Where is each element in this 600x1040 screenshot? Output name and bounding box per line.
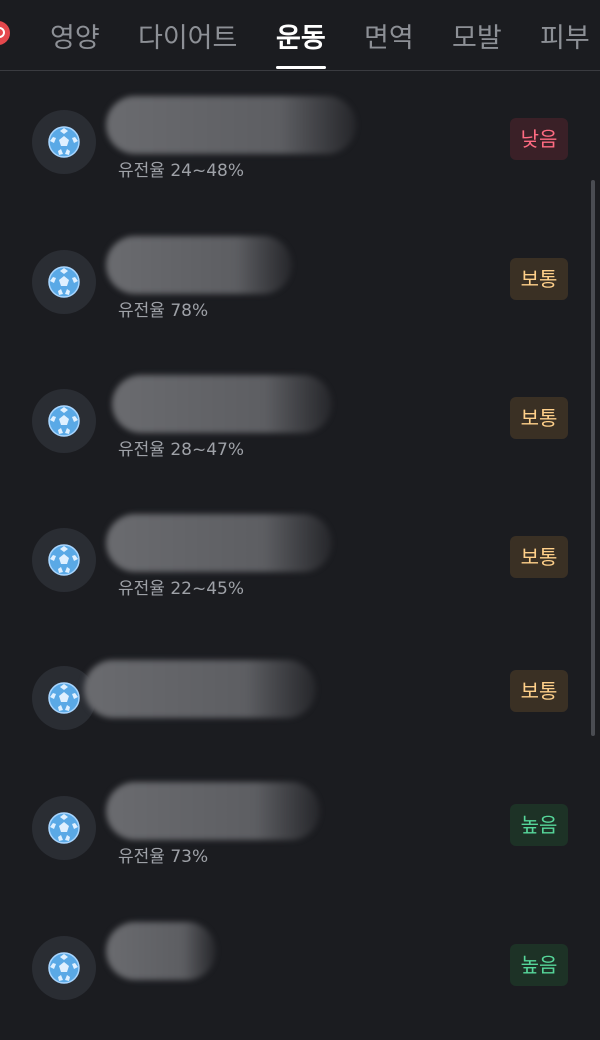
list-item[interactable]: 유전율 24~48% 낮음 (0, 94, 600, 214)
tab-immunity[interactable]: 면역 (364, 16, 414, 55)
soccer-ball-icon (48, 952, 80, 984)
category-tab-bar: 영양 다이어트 운동 면역 모발 피부 (0, 0, 600, 71)
level-badge: 보통 (510, 258, 568, 300)
list-item[interactable]: 보통 (0, 646, 600, 766)
trait-avatar (32, 796, 96, 860)
soccer-ball-icon (48, 682, 80, 714)
list-item[interactable]: 유전율 73% 높음 (0, 780, 600, 900)
list-item[interactable]: 유전율 22~45% 보통 (0, 512, 600, 632)
blurred-trait-name (106, 96, 356, 154)
list-item[interactable]: 유전율 78% 보통 (0, 234, 600, 354)
list-item[interactable]: 높음 (0, 920, 600, 1040)
trait-avatar (32, 528, 96, 592)
trait-avatar (32, 250, 96, 314)
level-badge: 보통 (510, 536, 568, 578)
tab-hair[interactable]: 모발 (452, 16, 502, 55)
tab-nutrition[interactable]: 영양 (50, 16, 100, 55)
scrollbar[interactable] (591, 180, 595, 736)
list-item[interactable]: 유전율 28~47% 보통 (0, 373, 600, 493)
trait-avatar (32, 110, 96, 174)
trait-avatar (32, 936, 96, 1000)
level-badge: 높음 (510, 944, 568, 986)
blurred-trait-name (106, 922, 216, 980)
heritability-text: 유전율 78% (118, 301, 209, 321)
level-badge: 보통 (510, 670, 568, 712)
heritability-text: 유전율 28~47% (118, 440, 244, 460)
level-badge: 높음 (510, 804, 568, 846)
blurred-trait-name (112, 375, 332, 433)
level-badge: 낮음 (510, 118, 568, 160)
tab-skin[interactable]: 피부 (540, 16, 590, 55)
blurred-trait-name (106, 236, 292, 294)
tab-exercise[interactable]: 운동 (276, 16, 326, 55)
soccer-ball-icon (48, 126, 80, 158)
notification-badge-icon[interactable] (0, 21, 10, 45)
heritability-text: 유전율 24~48% (118, 161, 244, 181)
blurred-trait-name (106, 782, 320, 840)
soccer-ball-icon (48, 544, 80, 576)
soccer-ball-icon (48, 266, 80, 298)
blurred-trait-name (84, 660, 316, 718)
heritability-text: 유전율 22~45% (118, 579, 244, 599)
soccer-ball-icon (48, 812, 80, 844)
active-tab-indicator (276, 66, 326, 69)
soccer-ball-icon (48, 405, 80, 437)
blurred-trait-name (106, 514, 332, 572)
level-badge: 보통 (510, 397, 568, 439)
tab-diet[interactable]: 다이어트 (138, 16, 237, 55)
trait-avatar (32, 389, 96, 453)
heritability-text: 유전율 73% (118, 847, 209, 867)
